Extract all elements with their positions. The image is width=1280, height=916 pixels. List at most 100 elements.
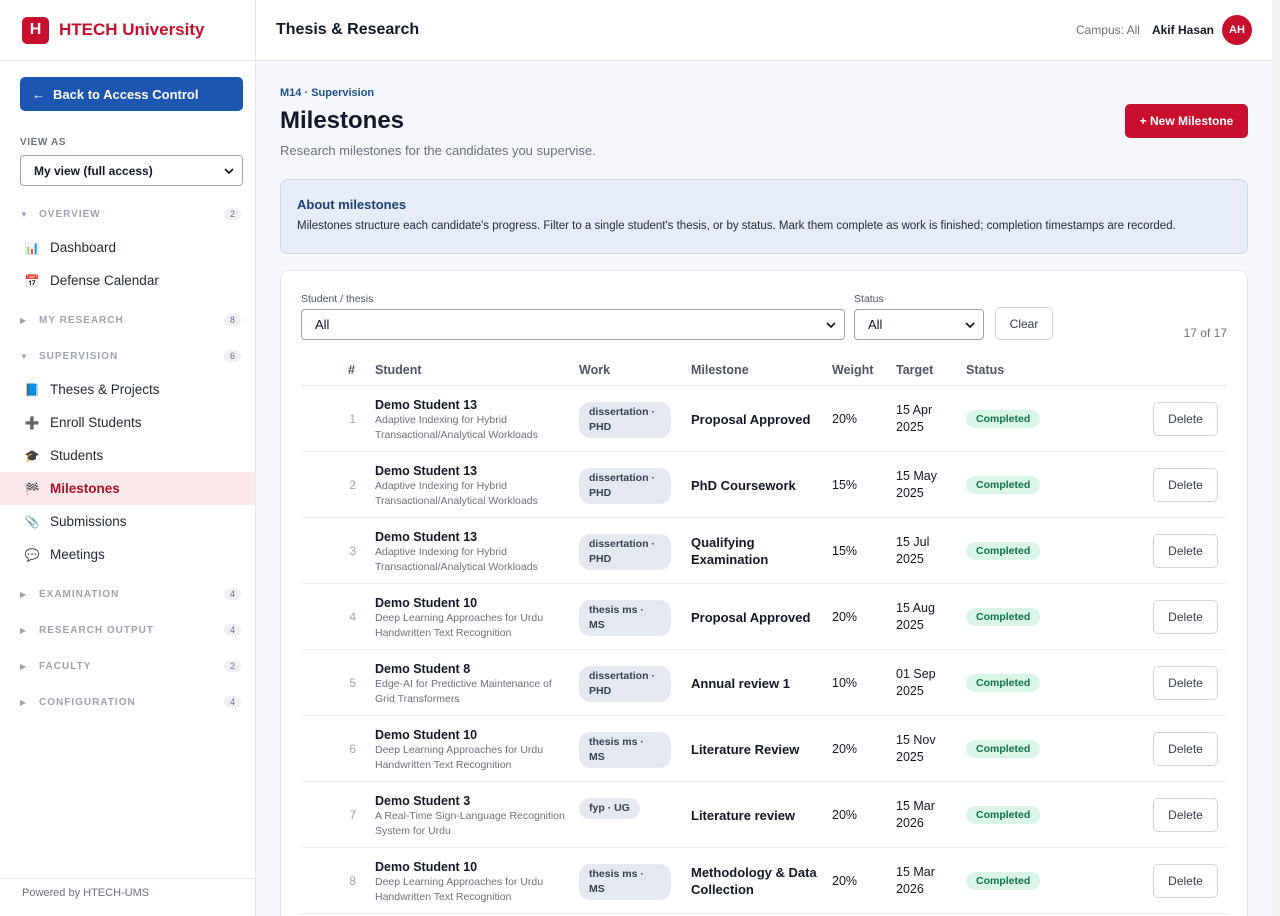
milestone-weight: 20% — [832, 610, 858, 624]
column-header-work[interactable]: Work — [579, 363, 610, 377]
status-filter-label: Status — [854, 293, 884, 305]
sidebar-section-configuration[interactable]: ▶ CONFIGURATION 4 — [0, 685, 255, 719]
view-as-select[interactable]: My view (full access) — [20, 155, 243, 186]
delete-button[interactable]: Delete — [1153, 534, 1218, 568]
paperclip-icon: 📎 — [24, 514, 40, 529]
student-cell: Demo Student 3 A Real-Time Sign-Language … — [375, 794, 565, 839]
work-cell: dissertation · PHD — [579, 468, 671, 504]
new-milestone-button[interactable]: + New Milestone — [1125, 104, 1248, 138]
work-type-pill: fyp · UG — [579, 798, 640, 819]
sidebar-item-defense-calendar[interactable]: 📅 Defense Calendar — [0, 264, 255, 297]
status-cell: Completed — [966, 673, 1041, 692]
chevron-down-icon — [826, 321, 836, 328]
table-row: 7 Demo Student 3 A Real-Time Sign-Language… — [301, 782, 1227, 848]
row-number: 2 — [349, 478, 356, 492]
work-cell: dissertation · PHD — [579, 402, 671, 438]
sidebar-section-count: 4 — [223, 588, 241, 600]
sidebar-section-count: 6 — [223, 350, 241, 362]
milestone-name: Annual review 1 — [691, 675, 790, 691]
sidebar-section-examination[interactable]: ▶ EXAMINATION 4 — [0, 577, 255, 611]
bar-chart-icon: 📊 — [24, 240, 40, 255]
delete-button[interactable]: Delete — [1153, 798, 1218, 832]
milestones-table-body: 1 Demo Student 13 Adaptive Indexing for Hy… — [301, 386, 1227, 914]
column-header-weight[interactable]: Weight — [832, 363, 873, 377]
sidebar-section-supervision[interactable]: ▼ SUPERVISION 6 — [0, 339, 255, 373]
work-type-pill: dissertation · PHD — [579, 402, 671, 438]
row-number: 7 — [349, 808, 356, 822]
student-cell: Demo Student 10 Deep Learning Approaches … — [375, 860, 565, 905]
sidebar-section-count: 8 — [223, 314, 241, 326]
sidebar-item-label: Defense Calendar — [50, 273, 159, 288]
sidebar-item-submissions[interactable]: 📎 Submissions — [0, 505, 255, 538]
status-badge: Completed — [966, 410, 1041, 428]
page-scrollbar[interactable] — [1272, 0, 1280, 916]
arrow-left-icon: ← — [32, 86, 45, 102]
sidebar-item-enroll-students[interactable]: ➕ Enroll Students — [0, 406, 255, 439]
delete-button[interactable]: Delete — [1153, 864, 1218, 898]
book-icon: 📘 — [24, 382, 40, 397]
status-filter-select[interactable]: All — [854, 309, 984, 340]
sidebar-section-research-output[interactable]: ▶ RESEARCH OUTPUT 4 — [0, 613, 255, 647]
sidebar-item-label: Milestones — [50, 481, 120, 496]
sidebar-section-count: 4 — [223, 624, 241, 636]
delete-button[interactable]: Delete — [1153, 600, 1218, 634]
column-header-milestone[interactable]: Milestone — [691, 363, 749, 377]
brand-logo: H — [22, 16, 49, 44]
table-row: 6 Demo Student 10 Deep Learning Approaches… — [301, 716, 1227, 782]
student-cell: Demo Student 10 Deep Learning Approaches … — [375, 728, 565, 773]
caret-right-icon: ▶ — [20, 661, 27, 671]
status-badge: Completed — [966, 674, 1041, 692]
thesis-title: Edge-AI for Predictive Maintenance of Gr… — [375, 678, 552, 705]
column-header-target[interactable]: Target — [896, 363, 933, 377]
milestone-target-date: 15 May 2025 — [896, 469, 937, 500]
milestone-name: Literature Review — [691, 741, 800, 757]
milestone-weight: 20% — [832, 412, 858, 426]
status-cell: Completed — [966, 475, 1041, 494]
milestone-weight: 20% — [832, 742, 858, 756]
column-header-status[interactable]: Status — [966, 363, 1004, 377]
delete-button[interactable]: Delete — [1153, 666, 1218, 700]
sidebar-section-faculty[interactable]: ▶ FACULTY 2 — [0, 649, 255, 683]
work-type-pill: dissertation · PHD — [579, 534, 671, 570]
thesis-title: Deep Learning Approaches for Urdu Handwr… — [375, 744, 544, 771]
back-to-access-control-button[interactable]: ← Back to Access Control — [20, 77, 243, 111]
status-cell: Completed — [966, 739, 1041, 758]
sidebar-item-theses-projects[interactable]: 📘 Theses & Projects — [0, 373, 255, 406]
delete-button[interactable]: Delete — [1153, 468, 1218, 502]
brand[interactable]: H HTECH University — [0, 0, 255, 61]
powered-by: Powered by HTECH-UMS — [0, 878, 255, 899]
status-badge: Completed — [966, 740, 1041, 758]
status-badge: Completed — [966, 476, 1041, 494]
sidebar-section-overview[interactable]: ▼ OVERVIEW 2 — [0, 197, 255, 231]
sidebar-item-dashboard[interactable]: 📊 Dashboard — [0, 231, 255, 264]
table-row: 3 Demo Student 13 Adaptive Indexing for Hy… — [301, 518, 1227, 584]
sidebar-section-my-research[interactable]: ▶ MY RESEARCH 8 — [0, 303, 255, 337]
avatar[interactable]: AH — [1222, 15, 1252, 45]
sidebar-item-milestones[interactable]: 🏁 Milestones — [0, 472, 255, 505]
milestone-name: Qualifying Examination — [691, 535, 769, 567]
user-name[interactable]: Akif Hasan — [1152, 23, 1214, 37]
status-cell: Completed — [966, 409, 1041, 428]
sidebar-item-students[interactable]: 🎓 Students — [0, 439, 255, 472]
milestone-target-date: 15 Jul 2025 — [896, 535, 930, 566]
sidebar-section-label: RESEARCH OUTPUT — [39, 624, 155, 636]
sidebar-item-meetings[interactable]: 💬 Meetings — [0, 538, 255, 571]
delete-button[interactable]: Delete — [1153, 732, 1218, 766]
clear-filters-button[interactable]: Clear — [995, 307, 1053, 340]
campus-filter[interactable]: Campus: All — [1076, 23, 1140, 37]
work-cell: dissertation · PHD — [579, 666, 671, 702]
thesis-title: Adaptive Indexing for Hybrid Transaction… — [375, 546, 538, 573]
column-header-student[interactable]: Student — [375, 363, 422, 377]
thesis-title: Adaptive Indexing for Hybrid Transaction… — [375, 480, 538, 507]
about-title: About milestones — [297, 197, 407, 212]
student-name: Demo Student 13 — [375, 464, 478, 478]
student-filter-select[interactable]: All — [301, 309, 845, 340]
row-number: 3 — [349, 544, 356, 558]
page-subtitle: Research milestones for the candidates y… — [280, 143, 596, 158]
work-cell: thesis ms · MS — [579, 600, 671, 636]
student-cell: Demo Student 13 Adaptive Indexing for Hyb… — [375, 398, 565, 443]
status-cell: Completed — [966, 607, 1041, 626]
milestone-weight: 20% — [832, 808, 858, 822]
delete-button[interactable]: Delete — [1153, 402, 1218, 436]
status-cell: Completed — [966, 805, 1041, 824]
